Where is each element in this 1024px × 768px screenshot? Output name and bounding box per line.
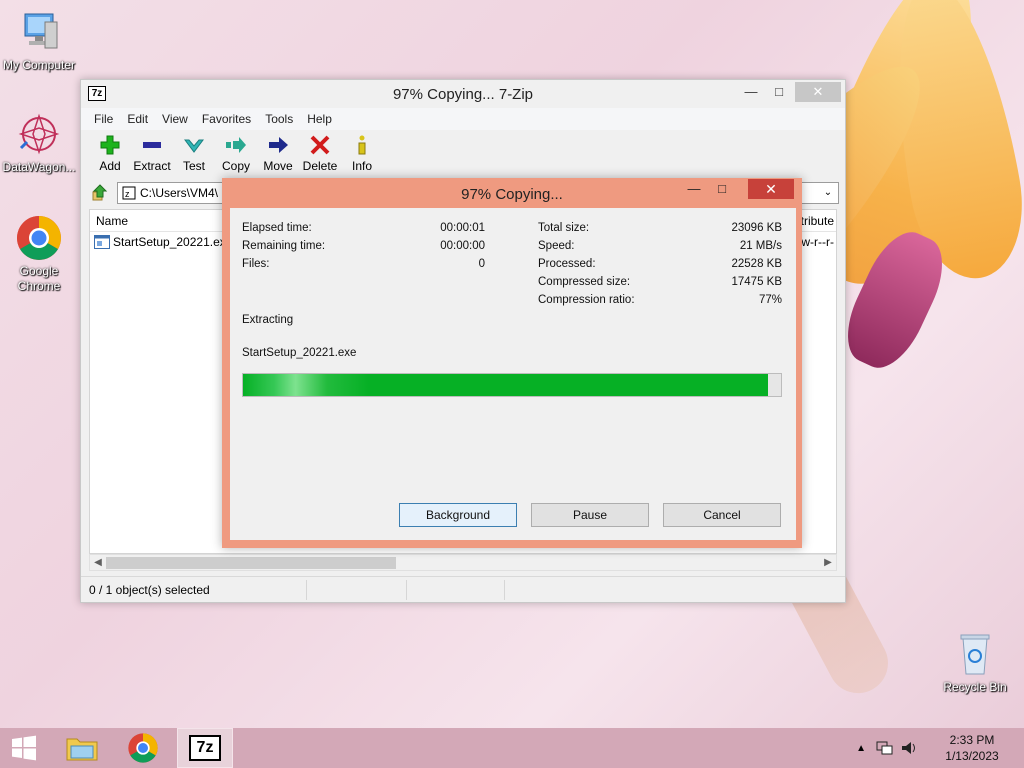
dialog-close-button[interactable]: ✕ (748, 179, 794, 199)
files-value: 0 (478, 258, 485, 270)
menu-favorites[interactable]: Favorites (195, 112, 258, 126)
folder-icon (66, 738, 98, 761)
total-size-value: 23096 KB (731, 222, 782, 234)
windows-logo-icon (12, 735, 36, 761)
dialog-body: Elapsed time: 00:00:01 Remaining time: 0… (230, 208, 796, 540)
current-file-label: StartSetup_20221.exe (242, 347, 357, 359)
compression-ratio-label: Compression ratio: (538, 294, 635, 306)
compressed-size-label: Compressed size: (538, 276, 631, 288)
scrollbar-thumb[interactable] (106, 557, 396, 569)
cancel-button[interactable]: Cancel (663, 503, 781, 527)
menu-bar: File Edit View Favorites Tools Help (81, 108, 845, 130)
move-arrow-icon (257, 134, 299, 156)
show-hidden-icons-icon[interactable]: ▲ (856, 743, 866, 754)
dialog-minimize-button[interactable]: — (680, 179, 708, 199)
main-title-bar[interactable]: 7z 97% Copying... 7-Zip — □ ✕ (81, 80, 845, 108)
menu-view[interactable]: View (155, 112, 195, 126)
svg-text:z: z (125, 189, 130, 199)
desktop-icon-datawagon[interactable]: DataWagon... (0, 110, 78, 175)
start-button[interactable] (0, 728, 48, 768)
toolbar: Add Extract Test Copy Move Delete Info (81, 130, 845, 178)
recycle-bin-icon (951, 630, 999, 678)
remaining-time-value: 00:00:00 (440, 240, 485, 252)
menu-file[interactable]: File (87, 112, 120, 126)
horizontal-scrollbar[interactable]: ◀ ▶ (89, 554, 837, 571)
dialog-title-bar[interactable]: 97% Copying... — □ ✕ (222, 178, 802, 208)
file-name: StartSetup_20221.exe (113, 235, 233, 249)
processed-value: 22528 KB (731, 258, 782, 270)
scroll-right-icon[interactable]: ▶ (820, 555, 836, 571)
status-bar: 0 / 1 object(s) selected (81, 576, 845, 602)
desktop-icon-my-computer[interactable]: My Computer (0, 8, 78, 73)
elapsed-time-value: 00:00:01 (440, 222, 485, 234)
scroll-left-icon[interactable]: ◀ (90, 555, 106, 571)
delete-x-icon (299, 134, 341, 156)
clock[interactable]: 2:33 PM 1/13/2023 (932, 732, 1012, 764)
folder-up-icon[interactable] (89, 182, 111, 204)
remaining-time-label: Remaining time: (242, 240, 326, 252)
speed-label: Speed: (538, 240, 575, 252)
exe-file-icon (94, 235, 110, 249)
elapsed-time-label: Elapsed time: (242, 222, 312, 234)
main-window-title: 97% Copying... 7-Zip (392, 86, 534, 103)
clock-date: 1/13/2023 (945, 749, 999, 763)
column-name-header[interactable]: Name (96, 214, 128, 228)
copy-button[interactable]: Copy (215, 130, 257, 178)
extract-button[interactable]: Extract (131, 130, 173, 178)
check-icon (173, 134, 215, 156)
copy-arrow-icon (215, 134, 257, 156)
network-icon[interactable] (876, 740, 894, 756)
info-icon (341, 134, 383, 156)
delete-button[interactable]: Delete (299, 130, 341, 178)
menu-tools[interactable]: Tools (258, 112, 300, 126)
file-attributes: w-r--r- (801, 235, 834, 249)
computer-icon (15, 8, 63, 56)
info-button[interactable]: Info (341, 130, 383, 178)
taskbar-chrome[interactable] (115, 728, 171, 768)
maximize-button[interactable]: □ (765, 82, 793, 102)
desktop-icon-google-chrome[interactable]: Google Chrome (0, 214, 78, 294)
minus-icon (131, 134, 173, 156)
minimize-button[interactable]: — (737, 82, 765, 102)
files-label: Files: (242, 258, 270, 270)
speed-value: 21 MB/s (739, 240, 782, 252)
taskbar-file-explorer[interactable] (54, 728, 110, 768)
compression-ratio-value: 77% (758, 294, 782, 306)
status-selected: 0 / 1 object(s) selected (81, 579, 307, 600)
chrome-icon (128, 733, 158, 763)
progress-bar-fill (243, 374, 768, 396)
move-button[interactable]: Move (257, 130, 299, 178)
taskbar: 7z ▲ 2:33 PM 1/13/2023 (0, 728, 1024, 768)
taskbar-7zip[interactable]: 7z (177, 728, 233, 768)
progress-dialog: 97% Copying... — □ ✕ Elapsed time: 00:00… (222, 178, 802, 548)
menu-edit[interactable]: Edit (120, 112, 155, 126)
plus-icon (89, 134, 131, 156)
pause-button[interactable]: Pause (531, 503, 649, 527)
address-path: C:\Users\VM4\ (140, 186, 219, 200)
total-size-label: Total size: (538, 222, 590, 234)
close-button[interactable]: ✕ (795, 82, 841, 102)
datawagon-icon (15, 110, 63, 158)
menu-help[interactable]: Help (300, 112, 339, 126)
volume-icon[interactable] (900, 740, 918, 756)
chrome-icon (15, 214, 63, 262)
desktop-icon-recycle-bin[interactable]: Recycle Bin (936, 630, 1014, 695)
compressed-size-value: 17475 KB (731, 276, 782, 288)
operation-label: Extracting (242, 314, 294, 326)
column-attributes-header[interactable]: tribute (801, 214, 834, 228)
background-button[interactable]: Background (399, 503, 517, 527)
progress-bar (242, 373, 782, 397)
add-button[interactable]: Add (89, 130, 131, 178)
dialog-maximize-button[interactable]: □ (708, 179, 736, 199)
chevron-down-icon[interactable]: ⌄ (820, 185, 836, 201)
system-tray: ▲ 2:33 PM 1/13/2023 (856, 728, 1024, 768)
clock-time: 2:33 PM (949, 733, 995, 747)
sevenzip-taskbar-icon: 7z (189, 735, 221, 761)
test-button[interactable]: Test (173, 130, 215, 178)
processed-label: Processed: (538, 258, 596, 270)
